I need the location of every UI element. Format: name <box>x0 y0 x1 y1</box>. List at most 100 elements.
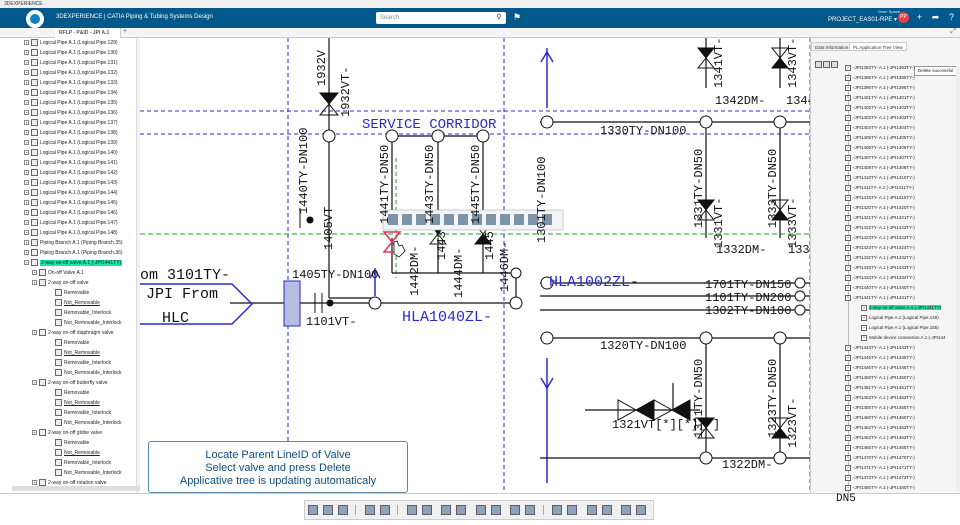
expand-toggle-icon[interactable]: + <box>32 330 37 336</box>
expand-toggle-icon[interactable]: + <box>845 434 851 441</box>
tree-row[interactable]: + Logical Pipe A.1 (Logical Pipe.135) <box>24 98 118 108</box>
tree-row[interactable]: Not_Removable <box>48 298 100 308</box>
tree-row[interactable]: +2-way on-off globe valve <box>32 428 102 438</box>
app-tree-row[interactable]: + -JPI1453TY- A.1 (-JPI1453TY-) <box>845 393 915 403</box>
redo-icon[interactable] <box>379 505 390 515</box>
tree-row[interactable]: Removable <box>48 388 89 398</box>
expand-toggle-icon[interactable]: + <box>24 240 29 246</box>
layer-icon[interactable] <box>586 505 597 515</box>
tree-row[interactable]: + Piping Branch A.1 (Piping Branch.35) <box>24 238 123 248</box>
undo-icon[interactable] <box>364 505 375 515</box>
expand-toggle-icon[interactable]: + <box>845 104 851 111</box>
expand-toggle-icon[interactable]: + <box>845 394 851 401</box>
expand-toggle-icon[interactable]: + <box>845 214 851 221</box>
tree-row[interactable]: + Piping Branch A.1 (Piping Branch.36) <box>24 248 123 258</box>
export-icon[interactable] <box>620 505 631 515</box>
expand-toggle-icon[interactable]: + <box>24 190 29 196</box>
app-tree-row[interactable]: + -JPI1480TY- A.1 (-JPI1480TY-) <box>845 483 915 493</box>
expand-toggle-icon[interactable]: + <box>845 144 851 151</box>
new-tab-icon[interactable]: + <box>123 28 127 35</box>
tab-application-tree-view[interactable]: PL Application Tree View <box>849 42 907 51</box>
tree-row[interactable]: + Logical Pipe A.1 (Logical Pipe.147) <box>24 218 118 228</box>
expand-toggle-icon[interactable]: + <box>24 130 29 136</box>
tree-row[interactable]: + Logical Pipe A.1 (Logical Pipe.129) <box>24 38 118 48</box>
expand-toggle-icon[interactable]: + <box>845 84 851 91</box>
help-icon[interactable]: ? <box>946 12 957 23</box>
app-tree-row[interactable]: + -JPI1450TY- A.1 (-JPI1450TY-) <box>845 373 915 383</box>
app-tree-row[interactable]: + -JPI1471TY- A.1 (-JPI1471TY-) <box>845 463 915 473</box>
app-tree-row[interactable]: + -JPI1443TY- A.1 (-JPI1443TY-) <box>845 343 915 353</box>
expand-toggle-icon[interactable]: + <box>24 180 29 186</box>
expand-toggle-icon[interactable]: + <box>24 200 29 206</box>
app-tree-row[interactable]: + -JPI1440TY- A.1 (-JPI1440TY-) <box>845 283 915 293</box>
expand-toggle-icon[interactable]: + <box>845 444 851 451</box>
annotate-icon[interactable] <box>552 505 563 515</box>
search-icon[interactable]: ⚲ <box>494 13 504 23</box>
app-tree-row[interactable]: + -JPI1470TY- A.1 (-JPI1470TY-) <box>845 453 915 463</box>
tree-row[interactable]: + Logical Pipe A.1 (Logical Pipe.134) <box>24 88 118 98</box>
expand-toggle-icon[interactable]: + <box>845 264 851 271</box>
expand-toggle-icon[interactable]: + <box>845 224 851 231</box>
tree-row[interactable]: + Logical Pipe A.1 (Logical Pipe.146) <box>24 208 118 218</box>
insert-icon[interactable] <box>421 505 432 515</box>
expand-toggle-icon[interactable]: + <box>845 284 851 291</box>
app-tree-row[interactable]: + -JPI1415TY- A.1 (-JPI1415TY-) <box>845 193 915 203</box>
app-tree-row[interactable]: + -JPI1423TY- A.1 (-JPI1423TY-) <box>845 233 915 243</box>
app-tree-row[interactable]: + -JPI1395TY- A.1 (-JPI1395TY-) <box>845 73 915 83</box>
app-tree-row[interactable]: + Mobile device connection A.1 (-JPI144 <box>861 333 946 343</box>
expand-toggle-icon[interactable]: + <box>845 204 851 211</box>
tree-row[interactable]: +2-way on-off butterfly valve <box>32 378 108 388</box>
expand-toggle-icon[interactable]: + <box>24 250 29 256</box>
panel-scrollbar[interactable] <box>956 66 960 491</box>
expand-toggle-icon[interactable]: + <box>845 464 851 471</box>
expand-toggle-icon[interactable]: + <box>845 244 851 251</box>
expand-toggle-icon[interactable]: + <box>24 110 29 116</box>
avatar[interactable]: PP <box>898 12 909 23</box>
app-tree-row[interactable]: + -JPI1408TY- A.1 (-JPI1408TY-) <box>845 163 915 173</box>
place-icon[interactable] <box>456 505 467 515</box>
app-tree-row[interactable]: + -JPI1432TY- A.1 (-JPI1432TY-) <box>845 253 915 263</box>
expand-toggle-icon[interactable]: + <box>24 60 29 66</box>
expand-toggle-icon[interactable]: + <box>845 404 851 411</box>
expand-toggle-icon[interactable]: + <box>24 140 29 146</box>
app-tree-row[interactable]: + -JPI1462TY- A.1 (-JPI1462TY-) <box>845 423 915 433</box>
app-tree-row[interactable]: + -JPI1403TY- A.1 (-JPI1403TY-) <box>845 113 915 123</box>
expand-toggle-icon[interactable]: + <box>845 384 851 391</box>
cut-icon[interactable] <box>308 505 318 515</box>
tree-row[interactable]: + Logical Pipe A.1 (Logical Pipe.148) <box>24 228 118 238</box>
grid-icon[interactable] <box>567 505 578 515</box>
expand-toggle-icon[interactable]: + <box>845 64 851 71</box>
expand-toggle-icon[interactable]: + <box>24 150 29 156</box>
compass-logo-icon[interactable] <box>24 8 46 30</box>
expand-toggle-icon[interactable]: + <box>845 364 851 371</box>
app-tree-row[interactable]: + -JPI1446TY- A.1 (-JPI1446TY-) <box>845 363 915 373</box>
measure-icon[interactable] <box>525 505 536 515</box>
tree-row[interactable]: + Logical Pipe A.1 (Logical Pipe.130) <box>24 48 118 58</box>
expand-toggle-icon[interactable]: + <box>24 120 29 126</box>
print-icon[interactable] <box>601 505 612 515</box>
pid-diagram[interactable]: SERVICE CORRIDOR HLA1002ZL- HLA1040ZL- o… <box>140 38 810 493</box>
app-tree-row[interactable]: + -JPI1406TY- A.1 (-JPI1406TY-) <box>845 143 915 153</box>
expand-toggle-icon[interactable]: + <box>845 474 851 481</box>
add-icon[interactable]: + <box>914 12 925 23</box>
expand-toggle-icon[interactable]: + <box>845 164 851 171</box>
expand-toggle-icon[interactable]: + <box>24 160 29 166</box>
tree-row[interactable]: + Logical Pipe A.1 (Logical Pipe.142) <box>24 168 118 178</box>
tree-row[interactable]: +2-way on-off valve A.1 (-JPI1441TY) <box>24 258 123 268</box>
expand-toggle-icon[interactable]: + <box>861 304 867 311</box>
tree-row[interactable]: + Logical Pipe A.1 (Logical Pipe.143) <box>24 178 118 188</box>
project-selector[interactable]: PROJECT_EAS01-RPE ▾ <box>828 16 897 23</box>
app-tree-row[interactable]: + -JPI1410TY- A.1 (-JPI1410TY-) <box>845 173 915 183</box>
tree-row[interactable]: + Logical Pipe A.1 (Logical Pipe.131) <box>24 58 118 68</box>
app-tree-row[interactable]: + -JPI1445TY- A.1 (-JPI1445TY-) <box>845 353 915 363</box>
expand-toggle-icon[interactable]: + <box>24 80 29 86</box>
align-icon[interactable] <box>510 505 521 515</box>
app-tree-row[interactable]: + -JPI1465TY- A.1 (-JPI1465TY-) <box>845 443 915 453</box>
panel-filter-icon[interactable] <box>823 61 830 68</box>
app-tree-row[interactable]: + -JPI1473TY- A.1 (-JPI1473TY-) <box>845 473 915 483</box>
expand-toggle-icon[interactable]: + <box>845 454 851 461</box>
maximize-icon[interactable]: ⤢ <box>950 28 956 36</box>
tree-row[interactable]: + On-off Valve A.1 <box>32 268 84 278</box>
tree-row[interactable]: +2-way on-off valve <box>32 278 88 288</box>
app-tree-row[interactable]: + -JPI1460TY- A.1 (-JPI1460TY-) <box>845 413 915 423</box>
